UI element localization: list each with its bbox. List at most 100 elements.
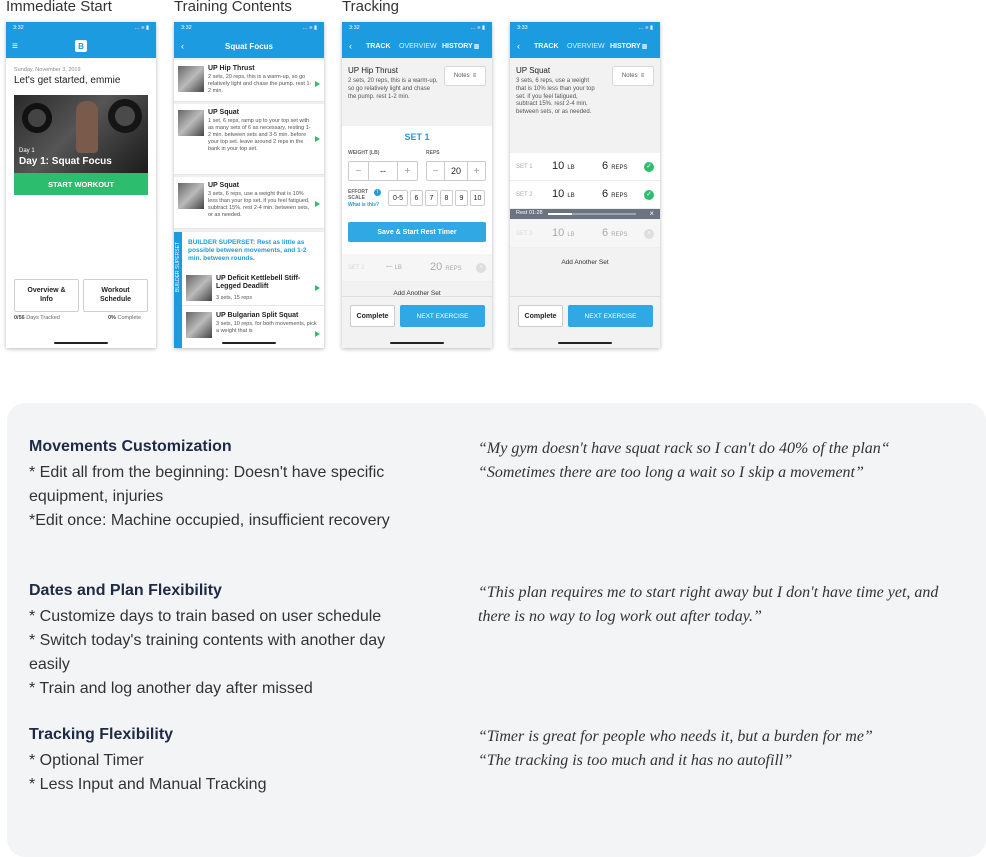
save-start-timer-button[interactable]: Save & Start Rest Timer (348, 222, 486, 242)
set-weight: -- LB (386, 261, 402, 271)
checkmark-icon[interactable]: ✓ (644, 190, 654, 200)
set-title: SET 1 (404, 132, 430, 142)
bar-chart-icon: ▩ (473, 43, 480, 50)
notes-icon: ≡ (472, 73, 477, 79)
notes-button[interactable]: Notes ≡ (612, 66, 654, 86)
effort-option[interactable]: 9 (455, 190, 468, 206)
day-number: Day 1 (19, 148, 35, 154)
user-quote: “The tracking is too much and it has no … (478, 752, 793, 769)
exercise-item[interactable]: UP Deficit Kettlebell Stiff-Legged Deadl… (182, 272, 324, 306)
overview-info-button[interactable]: Overview & Info (14, 279, 79, 312)
plus-icon[interactable]: + (467, 162, 485, 180)
notes-label: Notes (453, 73, 470, 79)
set-row[interactable]: SET 1 10 LB 6 REPS ✓ (510, 153, 660, 181)
set-label: SET 2 (348, 265, 365, 271)
effort-option[interactable]: 10 (470, 190, 485, 206)
bar-chart-icon: ▩ (641, 43, 648, 50)
set-reps-value: 20 (430, 261, 443, 273)
exercise-description: 2 sets, 20 reps, this is a warm-up, so g… (208, 74, 312, 94)
reps-label: REPS (426, 150, 440, 156)
exercise-thumbnail (186, 275, 212, 301)
play-arrow-icon[interactable] (315, 285, 320, 291)
play-arrow-icon[interactable] (315, 136, 320, 142)
play-arrow-icon[interactable] (315, 81, 320, 87)
exercise-description: 3 sets, 6 reps, use a weight that is 10%… (208, 191, 310, 218)
status-bar: 3:32 … ≡ ▮ (174, 22, 324, 34)
effort-option[interactable]: 6 (410, 190, 423, 206)
status-bar: 3:33 … ≡ ▮ (510, 22, 660, 34)
play-arrow-icon[interactable] (315, 331, 320, 337)
what-is-this-link[interactable]: What is this? (348, 202, 379, 208)
home-indicator (54, 342, 108, 344)
cancel-circle-icon[interactable]: × (644, 229, 654, 239)
percent-complete-label: Complete (115, 315, 142, 321)
plus-icon[interactable]: + (397, 162, 417, 180)
tab-overview[interactable]: OVERVIEW (399, 43, 437, 50)
rest-timer-progress (548, 213, 572, 215)
set-reps-unit: REPS (611, 193, 628, 199)
tab-overview[interactable]: OVERVIEW (567, 43, 605, 50)
next-exercise-button[interactable]: NEXT EXERCISE (400, 305, 485, 327)
back-chevron-icon[interactable]: ‹ (349, 41, 352, 51)
complete-button[interactable]: Complete (350, 305, 395, 327)
bottom-action-bar: Complete NEXT EXERCISE (342, 296, 492, 348)
add-another-set-link[interactable]: Add Another Set (510, 259, 660, 266)
set-reps: 6 REPS (602, 188, 628, 200)
weight-value[interactable]: -- (369, 162, 397, 180)
notes-icon: ≡ (640, 73, 645, 79)
set-reps-value: 6 (602, 160, 609, 172)
start-workout-button[interactable]: START WORKOUT (14, 173, 148, 195)
checkmark-icon[interactable]: ✓ (644, 162, 654, 172)
workout-hero-image[interactable]: Day 1 Day 1: Squat Focus (14, 95, 148, 173)
effort-option[interactable]: 8 (440, 190, 453, 206)
back-chevron-icon[interactable]: ‹ (517, 41, 520, 51)
minus-icon[interactable]: − (427, 162, 445, 180)
status-time: 3:33 (517, 25, 528, 31)
exercise-item[interactable]: UP Hip Thrust 2 sets, 20 reps, this is a… (174, 60, 324, 102)
nav-bar: ≡ B (6, 34, 156, 58)
close-icon[interactable]: × (649, 209, 654, 219)
insight-point: * Less Input and Manual Tracking (29, 776, 267, 793)
set-row[interactable]: SET 2 10 LB 6 REPS ✓ (510, 181, 660, 209)
next-exercise-button[interactable]: NEXT EXERCISE (568, 305, 653, 327)
tab-history[interactable]: HISTORY ▩ (442, 43, 479, 50)
exercise-name: UP Squat (208, 182, 239, 189)
tab-track[interactable]: TRACK (366, 43, 391, 50)
set-row[interactable]: SET 3 10 LB 6 REPS × (510, 220, 660, 248)
weight-label: WEIGHT (LB) (348, 150, 380, 156)
tab-track[interactable]: TRACK (534, 43, 559, 50)
set-label: SET 2 (516, 192, 533, 198)
minus-icon[interactable]: − (349, 162, 369, 180)
set-entry-card: SET 1 WEIGHT (LB) REPS − -- + − 20 + EFF… (342, 126, 492, 254)
tab-history[interactable]: HISTORY ▩ (610, 43, 647, 50)
status-bar: 3:32 … ≡ ▮ (342, 22, 492, 34)
greeting: Let's get started, emmie (14, 75, 121, 86)
set-reps: 6 REPS (602, 160, 628, 172)
weight-stepper[interactable]: − -- + (348, 161, 418, 181)
set-row[interactable]: SET 2 -- LB 20 REPS × (342, 254, 492, 282)
phone-tracking-entry: 3:32 … ≡ ▮ ‹ TRACK OVERVIEW HISTORY ▩ UP … (342, 22, 492, 348)
exercise-name: UP Hip Thrust (348, 66, 398, 75)
reps-value[interactable]: 20 (445, 162, 467, 180)
workout-schedule-button[interactable]: Workout Schedule (83, 279, 148, 312)
set-reps-unit: REPS (611, 165, 628, 171)
weight-plate-graphic (22, 103, 52, 133)
notes-button[interactable]: Notes ≡ (444, 66, 486, 86)
set-weight-value: -- (386, 261, 392, 271)
menu-icon[interactable]: ≡ (12, 41, 18, 52)
complete-button[interactable]: Complete (518, 305, 563, 327)
exercise-item[interactable]: UP Squat 1 set, 6 reps, ramp up to your … (174, 104, 324, 175)
days-tracked: 0/56 Days Tracked (14, 315, 60, 321)
effort-option[interactable]: 0-5 (388, 190, 408, 206)
effort-option[interactable]: 7 (425, 190, 438, 206)
set-reps: 6 REPS (602, 227, 628, 239)
play-arrow-icon[interactable] (315, 201, 320, 207)
cancel-circle-icon[interactable]: × (476, 263, 486, 273)
info-icon[interactable]: i (374, 189, 381, 196)
percent-complete-value: 0% (108, 315, 116, 321)
exercise-item[interactable]: UP Squat 3 sets, 6 reps, use a weight th… (174, 177, 324, 229)
days-tracked-label: Days Tracked (24, 315, 60, 321)
reps-stepper[interactable]: − 20 + (426, 161, 486, 181)
set-weight-unit: LB (567, 193, 575, 199)
phone-home-screen: 3:32 … ≡ ▮ ≡ B Sunday, November 3, 2019 … (6, 22, 156, 348)
